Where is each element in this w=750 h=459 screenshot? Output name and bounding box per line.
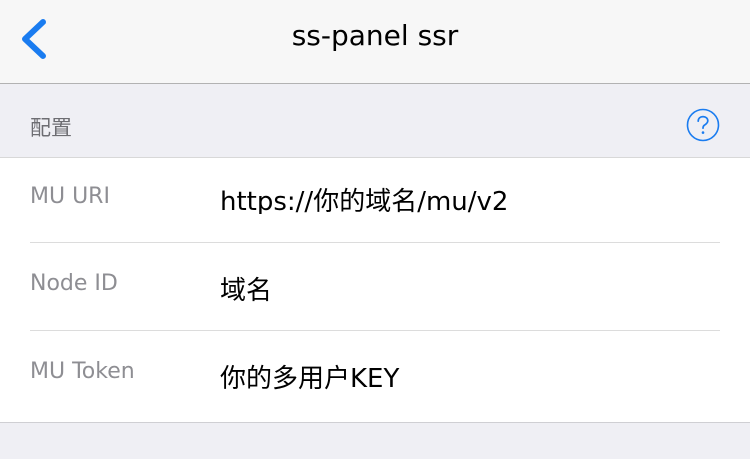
field-label-mu-uri: MU URI [30,184,110,209]
navigation-bar: ss-panel ssr [0,0,750,84]
field-row-mu-uri: MU URI [0,158,750,246]
field-label-node-id: Node ID [30,271,118,296]
mu-uri-input[interactable] [220,184,720,214]
field-label-mu-token: MU Token [30,359,135,384]
section-header: 配置 [0,85,750,158]
field-row-node-id: Node ID [0,243,750,331]
config-form: MU URI Node ID MU Token [0,158,750,423]
page-title: ss-panel ssr [291,19,459,52]
field-row-mu-token: MU Token [0,331,750,419]
node-id-input[interactable] [220,273,720,303]
mu-token-input[interactable] [220,361,720,391]
section-title: 配置 [30,116,72,140]
question-circle-icon [686,108,720,142]
help-button[interactable] [686,108,720,142]
